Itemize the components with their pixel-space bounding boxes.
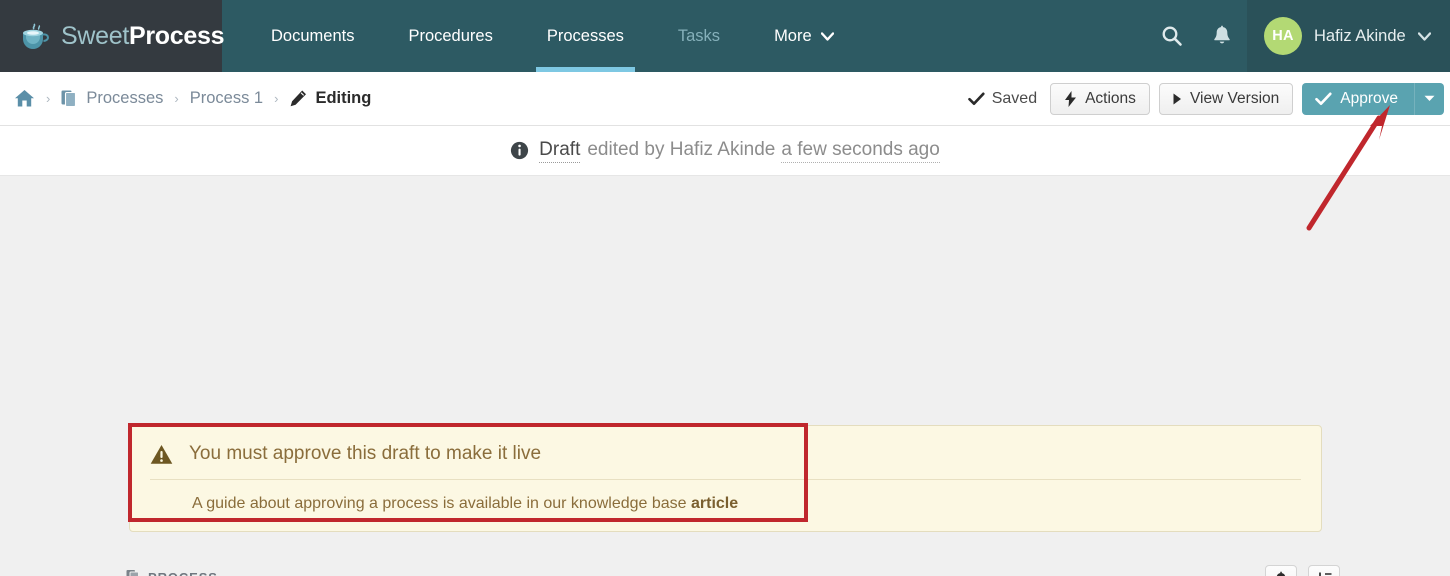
breadcrumb-item-process-1[interactable]: Process 1	[190, 89, 263, 108]
nav-item-procedures[interactable]: Procedures	[381, 0, 519, 72]
actions-button[interactable]: Actions	[1050, 82, 1150, 115]
actions-label: Actions	[1085, 89, 1136, 107]
play-triangle-icon	[1173, 93, 1182, 105]
documents-icon	[126, 569, 141, 576]
approve-draft-alert: You must approve this draft to make it l…	[129, 425, 1322, 532]
coffee-cup-icon	[23, 23, 49, 49]
bell-icon	[1214, 25, 1230, 44]
main-content: You must approve this draft to make it l…	[0, 176, 1450, 576]
nav-items: Documents Procedures Processes Tasks Mor…	[222, 0, 1147, 72]
approve-button-group: Approve	[1302, 82, 1444, 115]
breadcrumb: › Processes › Process 1 › Editing	[14, 89, 968, 108]
saved-status: Saved	[967, 89, 1038, 108]
breadcrumb-home[interactable]	[14, 89, 35, 108]
chevron-down-icon	[820, 31, 834, 41]
navbar-right: HA Hafiz Akinde	[1147, 0, 1450, 72]
nav-item-label: Processes	[546, 26, 624, 45]
breadcrumb-actions: Saved Actions View Version Approve	[967, 82, 1444, 115]
breadcrumb-item-label: Process 1	[189, 89, 264, 107]
home-icon	[15, 90, 35, 107]
approve-label: Approve	[1340, 89, 1398, 107]
pencil-icon	[289, 89, 308, 108]
breadcrumb-item-editing: Editing	[289, 89, 371, 108]
breadcrumb-bar: › Processes › Process 1 › Editing Saved …	[0, 72, 1450, 126]
process-tools	[1254, 565, 1340, 576]
notifications-button[interactable]	[1197, 0, 1247, 72]
caret-down-icon	[1424, 95, 1435, 101]
lightning-bolt-icon	[1064, 90, 1077, 107]
approve-dropdown-button[interactable]	[1414, 82, 1444, 115]
notifications-button[interactable]	[1265, 565, 1297, 576]
top-navbar: SweetProcess Documents Procedures Proces…	[0, 0, 1450, 72]
check-icon	[967, 92, 985, 105]
warning-triangle-icon	[150, 444, 173, 465]
draft-status-text: Draft edited by Hafiz Akinde a few secon…	[510, 139, 940, 163]
documents-icon	[61, 89, 79, 108]
nav-item-more[interactable]: More	[747, 0, 861, 72]
user-name: Hafiz Akinde	[1314, 26, 1406, 45]
alert-article-link[interactable]: article	[691, 495, 738, 512]
saved-label: Saved	[991, 89, 1038, 107]
approve-button[interactable]: Approve	[1302, 82, 1414, 115]
avatar-initials: HA	[1272, 28, 1294, 44]
avatar: HA	[1264, 17, 1302, 55]
alert-body-text: A guide about approving a process is ava…	[192, 495, 691, 512]
info-icon[interactable]	[510, 141, 529, 160]
search-icon	[1162, 26, 1182, 46]
nav-item-label: Tasks	[677, 26, 721, 45]
search-button[interactable]	[1147, 0, 1197, 72]
breadcrumb-item-label: Processes	[86, 89, 164, 107]
process-kicker-label: PROCESS	[148, 570, 218, 576]
chevron-down-icon	[1417, 31, 1431, 41]
logo[interactable]: SweetProcess	[0, 0, 225, 72]
draft-timestamp[interactable]: a few seconds ago	[781, 139, 940, 163]
process-header: PROCESS Process 1 Click to add tags or d…	[126, 569, 329, 576]
alert-heading-row: You must approve this draft to make it l…	[150, 443, 1301, 479]
logo-text-sweet: Sweet	[61, 21, 129, 50]
breadcrumb-separator: ›	[46, 91, 51, 106]
check-icon	[1315, 92, 1332, 106]
draft-status-bar: Draft edited by Hafiz Akinde a few secon…	[0, 126, 1450, 176]
nav-item-processes[interactable]: Processes	[520, 0, 651, 72]
bell-icon	[1276, 571, 1286, 576]
logo-text-process: Process	[128, 21, 225, 50]
alert-body: A guide about approving a process is ava…	[150, 480, 1301, 513]
breadcrumb-item-label: Editing	[315, 89, 372, 107]
reorder-button[interactable]	[1308, 565, 1340, 576]
draft-edited-by: edited by Hafiz Akinde	[587, 138, 776, 160]
logo-text: SweetProcess	[61, 21, 225, 50]
breadcrumb-item-processes[interactable]: Processes	[61, 89, 163, 108]
breadcrumb-separator: ›	[274, 91, 279, 106]
process-kicker: PROCESS	[126, 569, 329, 576]
sort-icon	[1318, 572, 1331, 576]
nav-item-tasks[interactable]: Tasks	[651, 0, 747, 72]
breadcrumb-separator: ›	[174, 91, 179, 106]
nav-item-label: Documents	[271, 26, 355, 45]
draft-status-badge[interactable]: Draft	[539, 139, 581, 163]
nav-item-label: Procedures	[408, 26, 493, 45]
nav-item-label: More	[774, 26, 812, 45]
nav-item-documents[interactable]: Documents	[244, 0, 381, 72]
user-menu[interactable]: HA Hafiz Akinde	[1247, 0, 1450, 72]
alert-heading: You must approve this draft to make it l…	[189, 443, 542, 464]
view-version-label: View Version	[1189, 89, 1280, 107]
view-version-button[interactable]: View Version	[1158, 82, 1294, 115]
